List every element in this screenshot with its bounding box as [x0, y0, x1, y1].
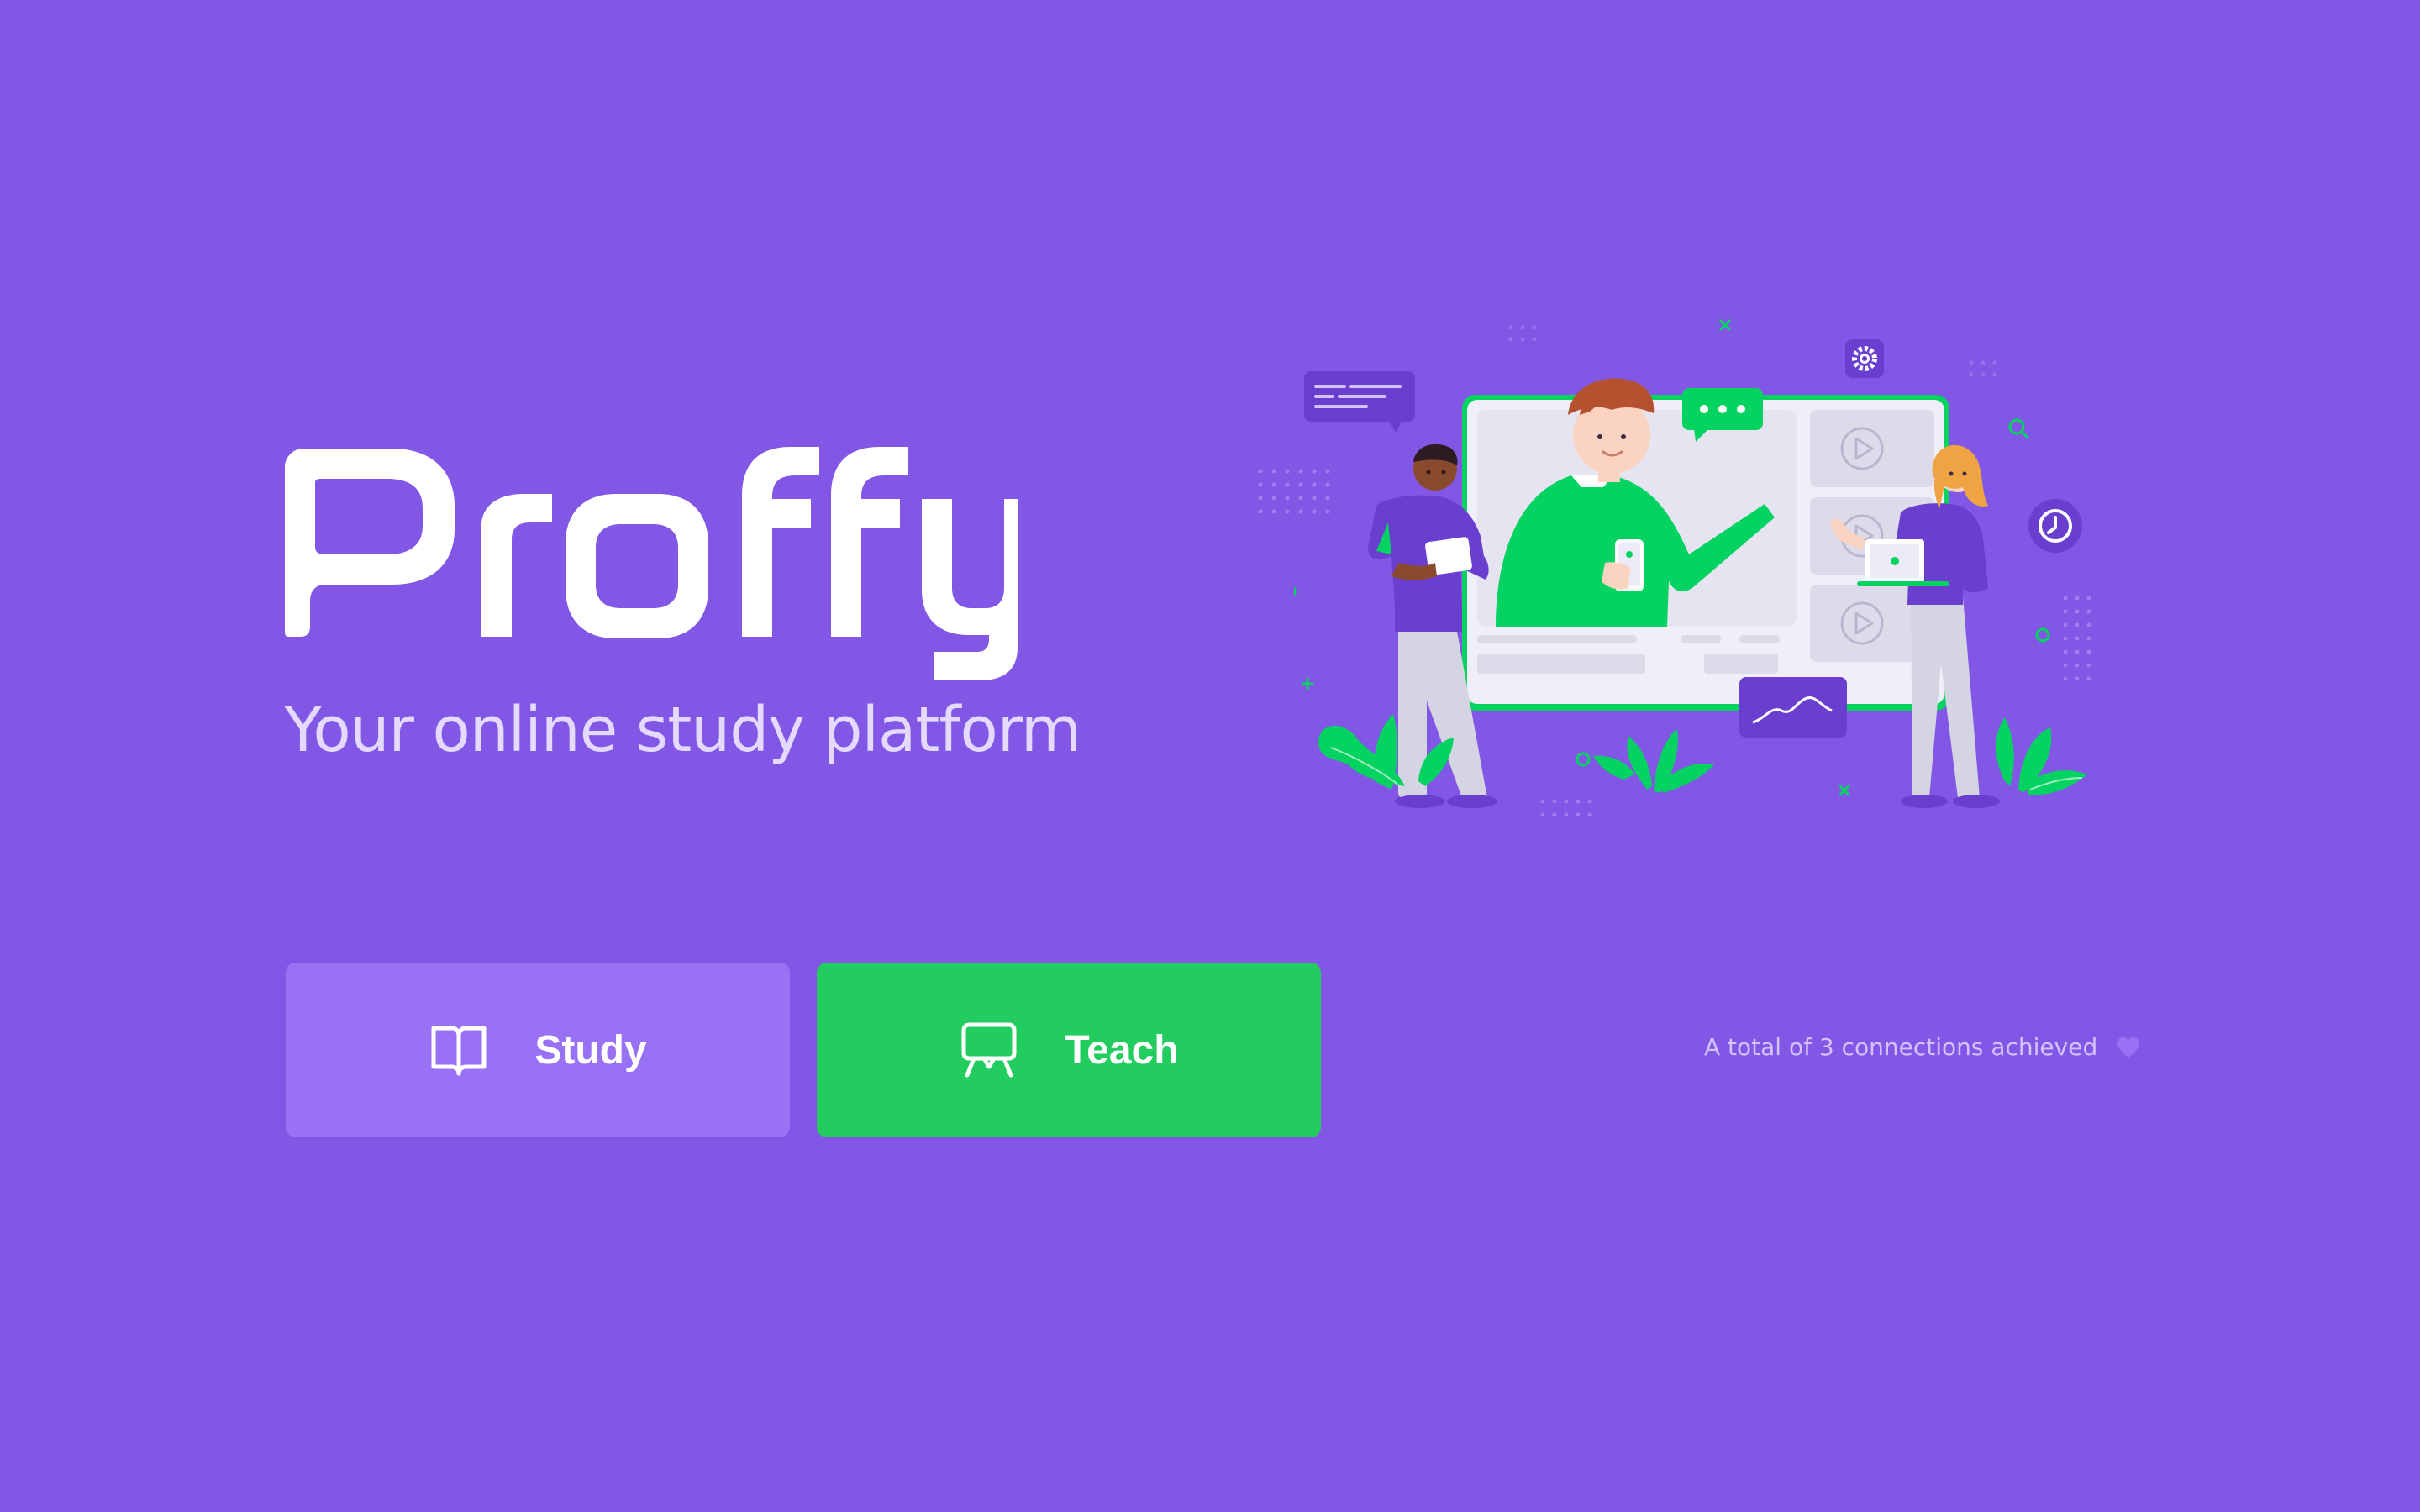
- connections-counter: A total of 3 connections achieved: [1704, 1033, 2141, 1061]
- presentation-board-icon: [959, 1020, 1019, 1080]
- dot-pattern: [1258, 469, 1330, 514]
- study-button-label: Study: [534, 1027, 647, 1073]
- connections-text: A total of 3 connections achieved: [1704, 1033, 2098, 1061]
- proffy-logo: [285, 447, 1018, 680]
- teach-button-label: Teach: [1065, 1027, 1179, 1073]
- open-book-icon: [429, 1020, 489, 1080]
- heart-icon: [2116, 1035, 2141, 1060]
- study-button[interactable]: Study: [286, 963, 790, 1137]
- landing-page: Your online study platform Study Teach A…: [0, 0, 2420, 1512]
- hero-illustration: [1294, 319, 2091, 817]
- tagline: Your online study platform: [284, 694, 1081, 766]
- teach-button[interactable]: Teach: [817, 963, 1321, 1137]
